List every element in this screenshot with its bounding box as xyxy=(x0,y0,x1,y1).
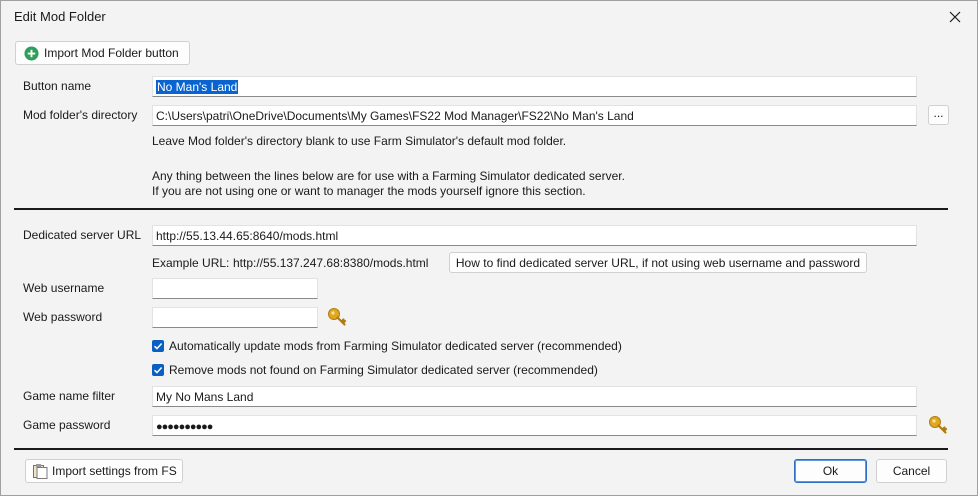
import-settings-from-fs-label: Import settings from FS xyxy=(52,464,177,478)
button-name-label: Button name xyxy=(23,79,92,93)
browse-directory-button[interactable]: ... xyxy=(928,105,949,125)
mod-folder-directory-input[interactable]: C:\Users\patri\OneDrive\Documents\My Gam… xyxy=(152,105,917,126)
example-url-label: Example URL: xyxy=(152,256,230,270)
game-name-filter-label: Game name filter xyxy=(23,389,116,403)
close-button[interactable] xyxy=(933,1,977,32)
title-bar[interactable]: Edit Mod Folder xyxy=(1,1,977,32)
key-icon xyxy=(328,308,347,326)
game-password-value: ●●●●●●●●●● xyxy=(156,421,213,433)
edit-mod-folder-dialog: Edit Mod Folder Import Mod Folder button… xyxy=(0,0,978,496)
import-settings-from-fs-button[interactable]: Import settings from FS xyxy=(25,459,183,483)
game-name-filter-value: My No Mans Land xyxy=(156,390,254,404)
web-password-label: Web password xyxy=(23,310,103,324)
section-divider-bottom xyxy=(14,448,948,450)
game-name-filter-input[interactable]: My No Mans Land xyxy=(152,386,917,407)
remove-mods-label[interactable]: Remove mods not found on Farming Simulat… xyxy=(169,363,598,377)
show-web-password-button[interactable] xyxy=(326,306,348,328)
checkmark-icon xyxy=(153,342,163,350)
dedicated-server-url-label: Dedicated server URL xyxy=(23,228,142,242)
dedicated-server-url-value: http://55.13.44.65:8640/mods.html xyxy=(156,229,339,243)
dedicated-server-url-input[interactable]: http://55.13.44.65:8640/mods.html xyxy=(152,225,917,246)
dedicated-server-note-2: If you are not using one or want to mana… xyxy=(152,184,586,198)
game-password-input[interactable]: ●●●●●●●●●● xyxy=(152,415,917,436)
web-username-label: Web username xyxy=(23,281,105,295)
clipboard-icon xyxy=(33,464,48,479)
show-game-password-button[interactable] xyxy=(927,414,949,436)
mod-directory-hint: Leave Mod folder's directory blank to us… xyxy=(152,134,567,148)
button-name-value: No Man's Land xyxy=(156,80,239,94)
how-to-find-url-button[interactable]: How to find dedicated server URL, if not… xyxy=(449,252,867,273)
add-circle-icon xyxy=(24,45,39,61)
example-url-value: http://55.137.247.68:8380/mods.html xyxy=(233,256,429,270)
import-mod-folder-label: Import Mod Folder button xyxy=(44,46,179,60)
dedicated-server-note-1: Any thing between the lines below are fo… xyxy=(152,169,625,183)
mod-folder-directory-label: Mod folder's directory xyxy=(23,108,138,122)
remove-mods-checkbox[interactable] xyxy=(152,364,164,376)
mod-folder-directory-value: C:\Users\patri\OneDrive\Documents\My Gam… xyxy=(156,109,634,123)
key-icon xyxy=(929,416,948,434)
checkmark-icon xyxy=(153,366,163,374)
section-divider-top xyxy=(14,208,948,210)
import-mod-folder-button[interactable]: Import Mod Folder button xyxy=(15,41,190,65)
game-password-label: Game password xyxy=(23,418,111,432)
auto-update-label[interactable]: Automatically update mods from Farming S… xyxy=(169,339,622,353)
button-name-input[interactable]: No Man's Land xyxy=(152,76,917,97)
web-password-input[interactable] xyxy=(152,307,318,328)
close-icon xyxy=(949,11,961,22)
cancel-button[interactable]: Cancel xyxy=(876,459,947,483)
web-username-input[interactable] xyxy=(152,278,318,299)
window-title: Edit Mod Folder xyxy=(14,9,106,24)
ok-button[interactable]: Ok xyxy=(794,459,867,483)
auto-update-checkbox[interactable] xyxy=(152,340,164,352)
